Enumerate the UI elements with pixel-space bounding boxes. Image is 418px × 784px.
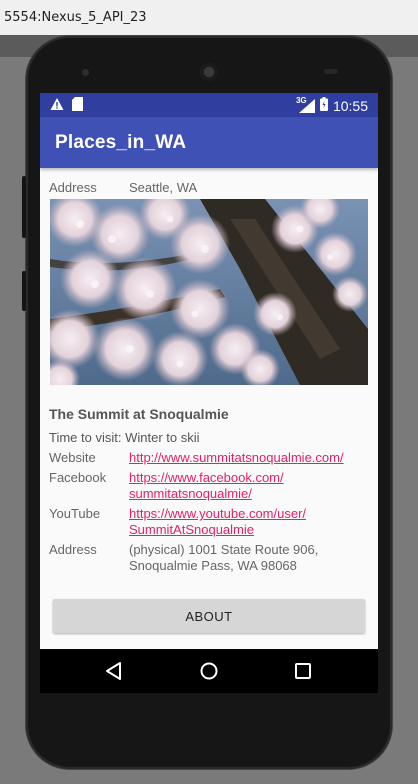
place-name: The Summit at Snoqualmie xyxy=(49,406,229,422)
address-line2: Snoqualmie Pass, WA 98068 xyxy=(129,558,297,573)
battery-icon xyxy=(319,97,328,114)
facebook-link-line2[interactable]: summitatsnoqualmie/ xyxy=(129,486,252,501)
youtube-link-line1[interactable]: https://www.youtube.com/user/ xyxy=(129,506,306,521)
power-button[interactable] xyxy=(22,271,26,311)
facebook-value: https://www.facebook.com/ summitatsnoqua… xyxy=(129,470,369,502)
youtube-value: https://www.youtube.com/user/ SummitAtSn… xyxy=(129,506,369,538)
website-link[interactable]: http://www.summitatsnoqualmie.com/ xyxy=(129,450,344,465)
facebook-link-line1[interactable]: https://www.facebook.com/ xyxy=(129,470,284,485)
youtube-label: YouTube xyxy=(49,506,101,521)
website-value: http://www.summitatsnoqualmie.com/ xyxy=(129,450,369,466)
warning-icon xyxy=(50,97,64,114)
device-screen: 3G 10:55 Places_in_WA Address Seattle, W… xyxy=(40,93,378,693)
volume-button[interactable] xyxy=(22,176,26,238)
sd-card-icon xyxy=(72,97,83,114)
youtube-link-line2[interactable]: SummitAtSnoqualmie xyxy=(129,522,254,537)
place-photo xyxy=(50,199,368,385)
front-camera xyxy=(82,69,89,76)
address-label: Address xyxy=(49,542,97,557)
header-address-value: Seattle, WA xyxy=(129,180,198,195)
status-time: 10:55 xyxy=(332,97,368,114)
back-icon[interactable] xyxy=(102,659,126,683)
signal-icon: 3G xyxy=(296,96,315,113)
facebook-label: Facebook xyxy=(49,470,107,485)
visit-time: Time to visit: Winter to skii xyxy=(49,430,200,445)
app-title: Places_in_WA xyxy=(55,132,187,153)
address-value: (physical) 1001 State Route 906, Snoqual… xyxy=(129,542,369,574)
emulator-title: 5554:Nexus_5_API_23 xyxy=(0,0,418,35)
app-bar: Places_in_WA xyxy=(40,117,378,168)
navigation-bar xyxy=(40,649,378,693)
header-address-label: Address xyxy=(49,180,97,195)
recents-icon[interactable] xyxy=(291,659,315,683)
status-bar: 3G 10:55 xyxy=(40,93,378,117)
about-button[interactable]: ABOUT xyxy=(53,599,365,633)
home-icon[interactable] xyxy=(197,659,221,683)
website-label: Website xyxy=(49,450,96,465)
earpiece-speaker xyxy=(200,63,218,81)
address-line1: (physical) 1001 State Route 906, xyxy=(129,542,319,557)
proximity-sensor xyxy=(324,69,338,74)
